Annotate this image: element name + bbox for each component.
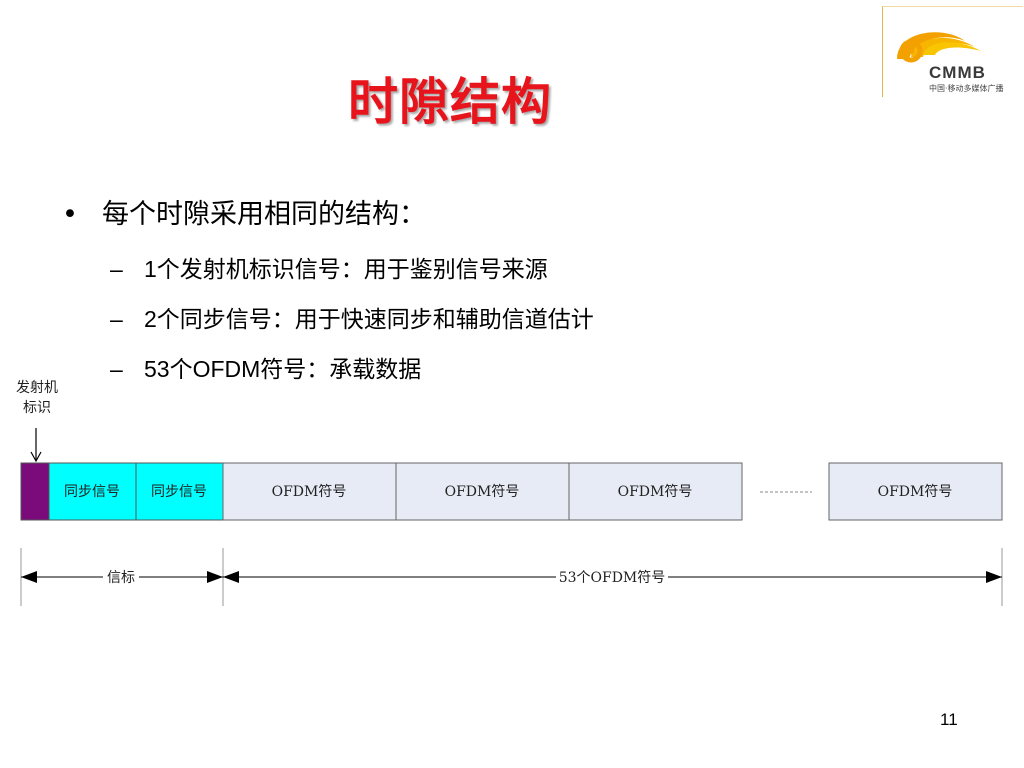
ofdm-block-1-label: OFDM符号 — [272, 484, 347, 500]
ofdm-block-3-label: OFDM符号 — [618, 484, 693, 500]
ofdm-span-label: 53个OFDM符号 — [559, 570, 666, 586]
tx-id-block — [20, 462, 50, 521]
ofdm-block-2-label: OFDM符号 — [445, 484, 520, 500]
beacon-arrow-right-icon — [207, 571, 223, 583]
ofdm-arrow-left-icon — [223, 571, 239, 583]
ofdm-arrow-right-icon — [986, 571, 1002, 583]
beacon-label: 信标 — [107, 570, 135, 586]
sync-block-2-label: 同步信号 — [151, 484, 207, 500]
beacon-arrow-left-icon — [21, 571, 37, 583]
sync-block-1-label: 同步信号 — [64, 484, 120, 500]
ofdm-block-4-label: OFDM符号 — [878, 484, 953, 500]
slot-structure-diagram: 同步信号 同步信号 OFDM符号 OFDM符号 OFDM符号 OFDM符号 信标… — [20, 428, 1003, 606]
page-number: 11 — [940, 710, 958, 729]
